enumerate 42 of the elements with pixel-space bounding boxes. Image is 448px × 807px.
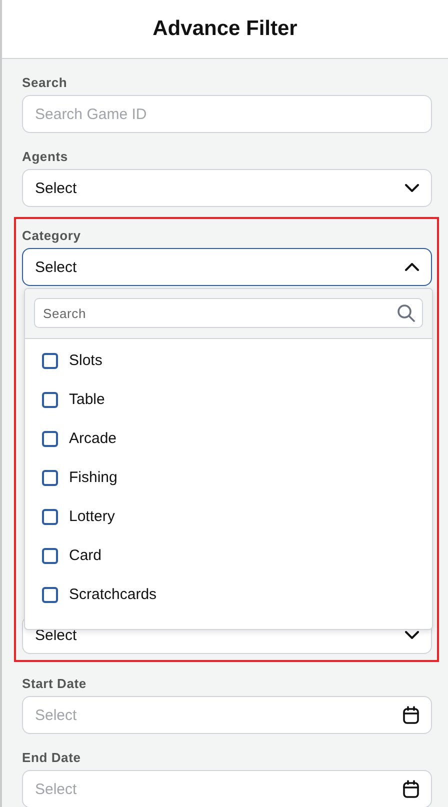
option-item[interactable]: Table <box>25 380 432 419</box>
select-value: Select <box>35 180 77 196</box>
field-label: Agents <box>22 149 69 164</box>
calendar-icon <box>403 706 419 724</box>
search-icon <box>397 304 415 322</box>
dropdown-search-field[interactable]: Search <box>34 298 423 328</box>
option-label: Table <box>69 391 105 408</box>
date-placeholder: Select <box>35 780 77 798</box>
option-label: Card <box>69 547 102 564</box>
checkbox[interactable] <box>42 548 58 564</box>
field-label: Category <box>22 228 82 243</box>
checkbox[interactable] <box>42 392 58 408</box>
option-label: Scratchcards <box>69 586 157 603</box>
select-dropdown[interactable]: Select <box>22 248 432 286</box>
option-item[interactable]: Card <box>25 536 432 575</box>
option-label: Slots <box>69 352 102 369</box>
option-label: Fishing <box>69 469 118 486</box>
select-dropdown[interactable]: Select <box>22 169 432 207</box>
option-label: Arcade <box>69 430 117 447</box>
checkbox[interactable] <box>42 508 58 524</box>
checkbox[interactable] <box>42 586 58 602</box>
option-item[interactable]: Scratchcards <box>25 575 432 614</box>
chevron-up-icon <box>405 263 419 271</box>
chevron-down-icon <box>405 184 419 192</box>
field-label: Start Date <box>22 676 88 691</box>
calendar-icon <box>403 780 419 798</box>
option-item[interactable]: Arcade <box>25 419 432 458</box>
field-label: Search <box>22 75 68 90</box>
option-label: Lottery <box>69 508 115 525</box>
search-field[interactable]: Search Game ID <box>22 95 432 133</box>
checkbox[interactable] <box>42 352 58 368</box>
option-item[interactable]: Lottery <box>25 497 432 536</box>
field-label: End Date <box>22 750 82 765</box>
select-value: Select <box>35 626 77 644</box>
option-item[interactable]: Fishing <box>25 458 432 497</box>
checkbox[interactable] <box>42 430 58 446</box>
checkbox[interactable] <box>42 470 58 486</box>
chevron-down-icon <box>405 631 419 639</box>
option-item[interactable]: Slots <box>25 341 432 380</box>
select-value: Select <box>35 258 77 276</box>
page-title: Advance Filter <box>152 17 298 41</box>
date-placeholder: Select <box>35 706 77 724</box>
